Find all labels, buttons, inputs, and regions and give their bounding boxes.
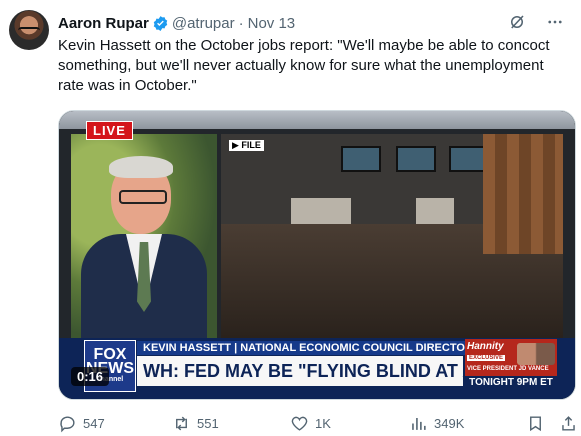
desk-shape [291, 198, 351, 226]
like-count: 1K [315, 415, 331, 431]
file-badge: ▶ FILE [229, 140, 264, 151]
views-icon [412, 417, 426, 430]
desk-shape [416, 198, 454, 226]
grok-icon[interactable] [507, 12, 527, 32]
guest-glasses [119, 190, 167, 204]
heart-icon [291, 416, 308, 431]
promo-badge: EXCLUSIVE [467, 355, 506, 361]
author-name[interactable]: Aaron Rupar [58, 15, 149, 32]
tweet-date[interactable]: Nov 13 [248, 15, 296, 32]
video-frame[interactable]: ▶ FILE LIVE FOX NEWS channel KEVIN HASSE… [59, 111, 575, 399]
monitor-shape [341, 146, 381, 172]
avatar[interactable] [9, 10, 49, 50]
repost-button[interactable]: 551 [172, 414, 219, 433]
verified-badge-icon [152, 15, 169, 32]
repost-count: 551 [197, 415, 219, 431]
like-button[interactable]: 1K [290, 414, 331, 433]
wood-panel [483, 134, 563, 254]
promo-show: Hannity [467, 341, 504, 352]
separator-dot: · [238, 14, 244, 32]
tweet-header: Aaron Rupar @atrupar · Nov 13 [58, 12, 565, 34]
tweet-text: Kevin Hassett on the October jobs report… [58, 37, 550, 94]
guest-panel [71, 134, 217, 338]
monitor-shape [396, 146, 436, 172]
share-button[interactable] [559, 414, 578, 433]
promo-time: TONIGHT 9PM ET [465, 376, 557, 389]
promo-guest: VICE PRESIDENT JD VANCE [467, 366, 549, 372]
author-handle[interactable]: @atrupar [172, 15, 235, 32]
reply-button[interactable]: 547 [58, 414, 105, 433]
video-player[interactable]: ▶ FILE LIVE FOX NEWS channel KEVIN HASSE… [58, 110, 576, 400]
reply-count: 547 [83, 415, 105, 431]
reply-icon [60, 415, 75, 432]
more-options-icon[interactable] [545, 12, 565, 32]
live-badge: LIVE [86, 121, 133, 140]
promo-faces [517, 343, 555, 365]
file-label: FILE [241, 140, 261, 150]
guest-hair [109, 156, 173, 178]
hannity-promo: Hannity EXCLUSIVE VICE PRESIDENT JD VANC… [465, 339, 557, 389]
repost-icon [176, 416, 187, 430]
video-timestamp: 0:16 [71, 367, 110, 386]
office-footage-panel: ▶ FILE [221, 134, 563, 338]
name-strip: KEVIN HASSETT | NATIONAL ECONOMIC COUNCI… [137, 341, 471, 355]
bookmark-icon [530, 415, 541, 431]
views-count: 349K [434, 415, 465, 431]
headline-strip: WH: FED MAY BE "FLYING BLIND AT A CRITIC… [137, 356, 463, 386]
action-bar: 547 551 1K 349K [58, 412, 575, 434]
share-icon [562, 415, 575, 431]
video-top-strip [59, 111, 575, 129]
bookmark-button[interactable] [526, 414, 545, 433]
views-button[interactable]: 349K [409, 414, 464, 433]
